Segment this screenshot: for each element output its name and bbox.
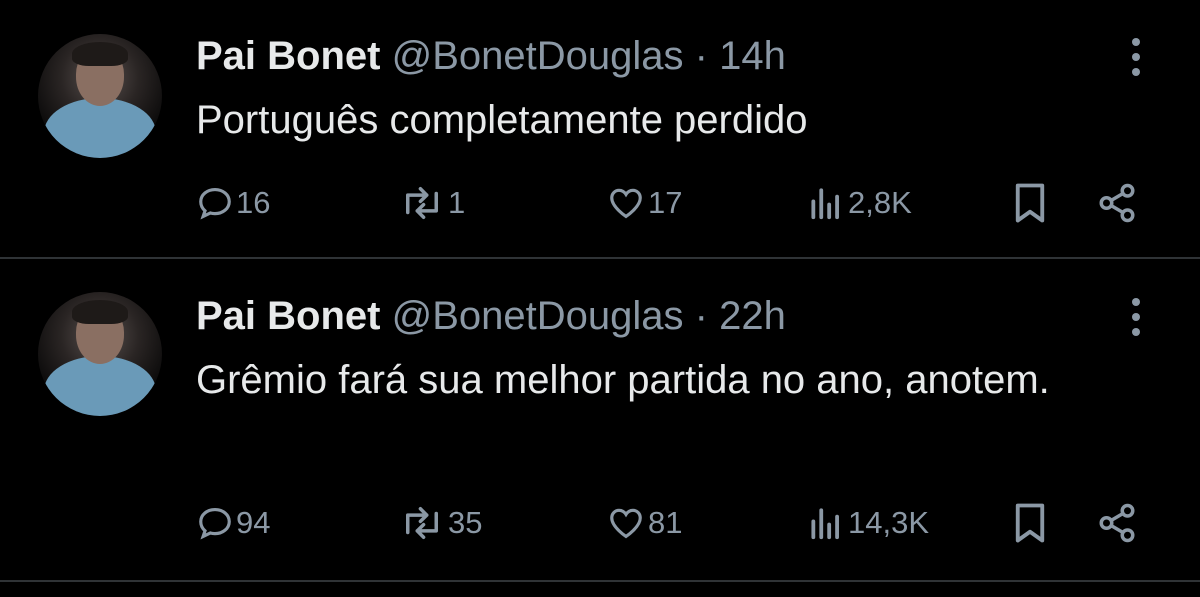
analytics-bars-icon	[811, 188, 839, 220]
reply-button[interactable]: 94	[196, 504, 270, 542]
bookmark-button[interactable]	[1012, 502, 1048, 544]
tweet[interactable]: Pai Bonet @BonetDouglas · 22h Grêmio far…	[0, 260, 1200, 580]
share-button[interactable]	[1096, 502, 1138, 544]
tweet-header: Pai Bonet @BonetDouglas · 22h	[196, 296, 786, 336]
retweet-count: 1	[448, 185, 466, 220]
tweet[interactable]: Pai Bonet @BonetDouglas · 14h Português …	[0, 0, 1200, 258]
retweet-count: 35	[448, 505, 483, 540]
view-count: 2,8K	[848, 185, 912, 220]
retweet-button[interactable]: 1	[398, 184, 465, 222]
reply-bubble-icon	[199, 507, 231, 540]
bookmark-icon	[1015, 183, 1045, 223]
author-name[interactable]: Pai Bonet	[196, 34, 380, 78]
heart-icon	[610, 188, 642, 219]
reply-count: 94	[236, 505, 271, 540]
retweet-button[interactable]: 35	[398, 504, 482, 542]
tweet-header: Pai Bonet @BonetDouglas · 14h	[196, 36, 786, 76]
tweet-text: Grêmio fará sua melhor partida no ano, a…	[196, 358, 1050, 402]
bookmark-button[interactable]	[1012, 182, 1048, 224]
share-icon	[1099, 183, 1135, 223]
share-icon	[1099, 503, 1135, 543]
views-button[interactable]: 14,3K	[806, 504, 929, 542]
reply-count: 16	[236, 185, 271, 220]
author-handle[interactable]: @BonetDouglas	[392, 34, 684, 78]
heart-icon	[610, 508, 642, 539]
tweet-divider	[0, 580, 1200, 582]
avatar[interactable]	[38, 34, 162, 158]
more-vertical-icon[interactable]	[1126, 298, 1146, 343]
reply-button[interactable]: 16	[196, 184, 270, 222]
like-button[interactable]: 81	[606, 504, 682, 542]
separator-dot: ·	[694, 294, 708, 338]
views-button[interactable]: 2,8K	[806, 184, 912, 222]
author-name[interactable]: Pai Bonet	[196, 294, 380, 338]
like-button[interactable]: 17	[606, 184, 682, 222]
view-count: 14,3K	[848, 505, 930, 540]
tweet-timestamp[interactable]: 22h	[719, 294, 786, 338]
author-handle[interactable]: @BonetDouglas	[392, 294, 684, 338]
share-button[interactable]	[1096, 182, 1138, 224]
tweet-timestamp[interactable]: 14h	[719, 34, 786, 78]
avatar[interactable]	[38, 292, 162, 416]
analytics-bars-icon	[811, 508, 839, 540]
like-count: 17	[648, 185, 683, 220]
retweet-icon	[406, 507, 438, 539]
retweet-icon	[406, 187, 438, 219]
tweet-divider	[0, 257, 1200, 259]
bookmark-icon	[1015, 503, 1045, 543]
reply-bubble-icon	[199, 187, 231, 220]
like-count: 81	[648, 505, 683, 540]
separator-dot: ·	[694, 34, 708, 78]
tweet-text: Português completamente perdido	[196, 98, 808, 142]
more-vertical-icon[interactable]	[1126, 38, 1146, 83]
